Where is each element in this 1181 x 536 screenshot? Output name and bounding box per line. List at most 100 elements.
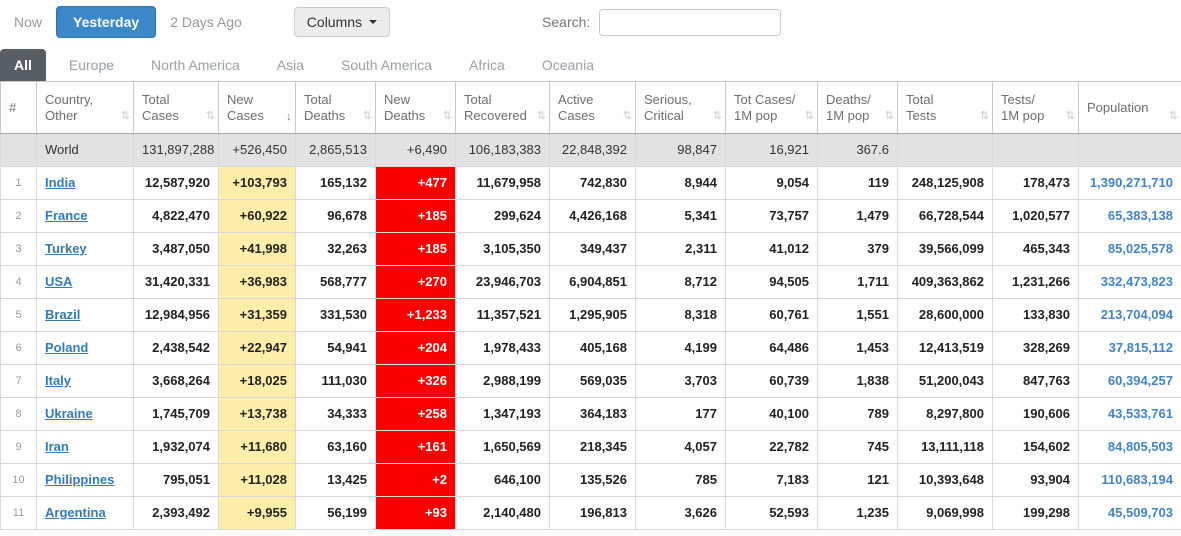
table-row: 3 Turkey 3,487,050 +41,998 32,263 +185 3… (0, 232, 1181, 266)
column-header[interactable]: New Deaths ⇅ (375, 81, 456, 134)
country-link[interactable]: Philippines (45, 472, 114, 487)
column-header[interactable]: Tests/ 1M pop ⇅ (992, 81, 1079, 134)
population-link[interactable]: 85,025,578 (1108, 241, 1173, 256)
total-recovered-cell: 3,105,350 (455, 232, 550, 266)
sort-icon[interactable]: ⇅ (623, 108, 632, 124)
population-link[interactable]: 65,383,138 (1108, 208, 1173, 223)
column-header-line2: Critical (644, 107, 684, 123)
now-button[interactable]: Now (14, 14, 42, 30)
country-link[interactable]: Turkey (45, 241, 87, 256)
country-link[interactable]: Poland (45, 340, 88, 355)
total-tests-cell: 66,728,544 (897, 199, 993, 233)
continent-tab[interactable]: Europe (55, 49, 128, 81)
population-link[interactable]: 332,473,823 (1101, 274, 1173, 289)
sort-icon[interactable]: ⇅ (885, 108, 894, 124)
continent-tab[interactable]: North America (137, 49, 254, 81)
total-cases-cell: 31,420,331 (133, 265, 219, 299)
continent-tab[interactable]: Asia (263, 49, 318, 81)
country-link[interactable]: Ukraine (45, 406, 93, 421)
columns-button[interactable]: Columns (293, 7, 391, 37)
total-recovered-cell: 299,624 (455, 199, 550, 233)
population-link[interactable]: 1,390,271,710 (1090, 175, 1173, 190)
population-link[interactable]: 84,805,503 (1108, 439, 1173, 454)
new-cases-cell: +31,359 (218, 298, 296, 332)
column-header-line1: New (384, 91, 411, 107)
country-link[interactable]: India (45, 175, 75, 190)
country-link[interactable]: USA (45, 274, 72, 289)
column-header[interactable]: Serious, Critical ⇅ (635, 81, 726, 134)
population-link[interactable]: 43,533,761 (1108, 406, 1173, 421)
column-header[interactable]: Total Cases ⇅ (133, 81, 219, 134)
column-header[interactable]: Deaths/ 1M pop ⇅ (817, 81, 898, 134)
deaths-per-1m-cell: 1,479 (817, 199, 898, 233)
rank-cell: 11 (0, 496, 37, 530)
continent-tab[interactable]: All (0, 49, 46, 81)
search-input[interactable] (599, 8, 782, 36)
population-link[interactable]: 45,509,703 (1108, 505, 1173, 520)
continent-tab[interactable]: South America (327, 49, 446, 81)
sort-icon[interactable]: ⇅ (713, 108, 722, 124)
sort-icon[interactable]: ⇅ (805, 108, 814, 124)
population-cell: 213,704,094 (1078, 298, 1181, 332)
deaths-per-1m-cell: 1,551 (817, 298, 898, 332)
sort-icon[interactable]: ⇅ (980, 108, 989, 124)
column-header[interactable]: New Cases ↓ (218, 81, 296, 134)
tests-per-1m-cell: 93,904 (992, 463, 1079, 497)
active-cases-cell: 196,813 (549, 496, 636, 530)
sort-icon[interactable]: ⇅ (363, 108, 372, 124)
continent-tab[interactable]: Africa (455, 49, 519, 81)
column-header[interactable]: Total Tests ⇅ (897, 81, 993, 134)
country-link[interactable]: Brazil (45, 307, 80, 322)
sort-icon[interactable]: ⇅ (206, 108, 215, 124)
sort-icon[interactable]: ⇅ (1169, 108, 1178, 124)
population-link[interactable]: 37,815,112 (1109, 340, 1173, 355)
total-deaths-cell: 32,263 (295, 232, 376, 266)
new-cases-cell: +18,025 (218, 364, 296, 398)
table-body: 1 India 12,587,920 +103,793 165,132 +477… (0, 166, 1181, 530)
yesterday-button[interactable]: Yesterday (56, 6, 157, 38)
sort-icon[interactable]: ↓ (286, 108, 292, 124)
continent-tab[interactable]: Oceania (528, 49, 608, 81)
column-header-line1: Tests/ (1001, 91, 1035, 107)
population-link[interactable]: 60,394,257 (1108, 373, 1173, 388)
total-deaths-cell: 96,678 (295, 199, 376, 233)
new-deaths-cell: +1,233 (375, 298, 456, 332)
total-deaths-cell: 56,199 (295, 496, 376, 530)
country-link[interactable]: Italy (45, 373, 71, 388)
column-header-line2: Cases (558, 107, 595, 123)
sort-icon[interactable]: ⇅ (537, 108, 546, 124)
population-link[interactable]: 213,704,094 (1101, 307, 1173, 322)
country-link[interactable]: Argentina (45, 505, 106, 520)
column-header[interactable]: Country, Other ⇅ (36, 81, 134, 134)
country-cell: India (36, 166, 134, 200)
column-header[interactable]: Total Deaths ⇅ (295, 81, 376, 134)
cases-per-1m-cell: 94,505 (725, 265, 818, 299)
two-days-ago-button[interactable]: 2 Days Ago (170, 14, 242, 30)
sort-icon[interactable]: ⇅ (121, 108, 130, 124)
serious-critical-cell: 8,712 (635, 265, 726, 299)
active-cases-cell: 4,426,168 (549, 199, 636, 233)
country-link[interactable]: Iran (45, 439, 69, 454)
total-deaths-cell: 54,941 (295, 331, 376, 365)
table-row: 2 France 4,822,470 +60,922 96,678 +185 2… (0, 199, 1181, 233)
sort-icon[interactable]: ⇅ (443, 108, 452, 124)
serious-critical-cell: 8,318 (635, 298, 726, 332)
column-header[interactable]: Total Recovered ⇅ (455, 81, 550, 134)
column-header[interactable]: Tot Cases/ 1M pop ⇅ (725, 81, 818, 134)
column-header[interactable]: Population ⇅ (1078, 81, 1181, 134)
country-cell: USA (36, 265, 134, 299)
country-link[interactable]: France (45, 208, 88, 223)
serious-critical-cell: 3,703 (635, 364, 726, 398)
total-recovered-cell: 1,650,569 (455, 430, 550, 464)
column-header[interactable]: # (0, 81, 37, 134)
sort-icon[interactable]: ⇅ (1066, 108, 1075, 124)
total-cases-cell: 3,487,050 (133, 232, 219, 266)
cases-per-1m-cell: 41,012 (725, 232, 818, 266)
column-header[interactable]: Active Cases ⇅ (549, 81, 636, 134)
serious-critical-cell: 2,311 (635, 232, 726, 266)
total-cases-cell: 2,393,492 (133, 496, 219, 530)
population-link[interactable]: 110,683,194 (1101, 472, 1173, 487)
deaths-per-1m-cell: 119 (817, 166, 898, 200)
new-cases-cell: +41,998 (218, 232, 296, 266)
table-row: 10 Philippines 795,051 +11,028 13,425 +2… (0, 463, 1181, 497)
